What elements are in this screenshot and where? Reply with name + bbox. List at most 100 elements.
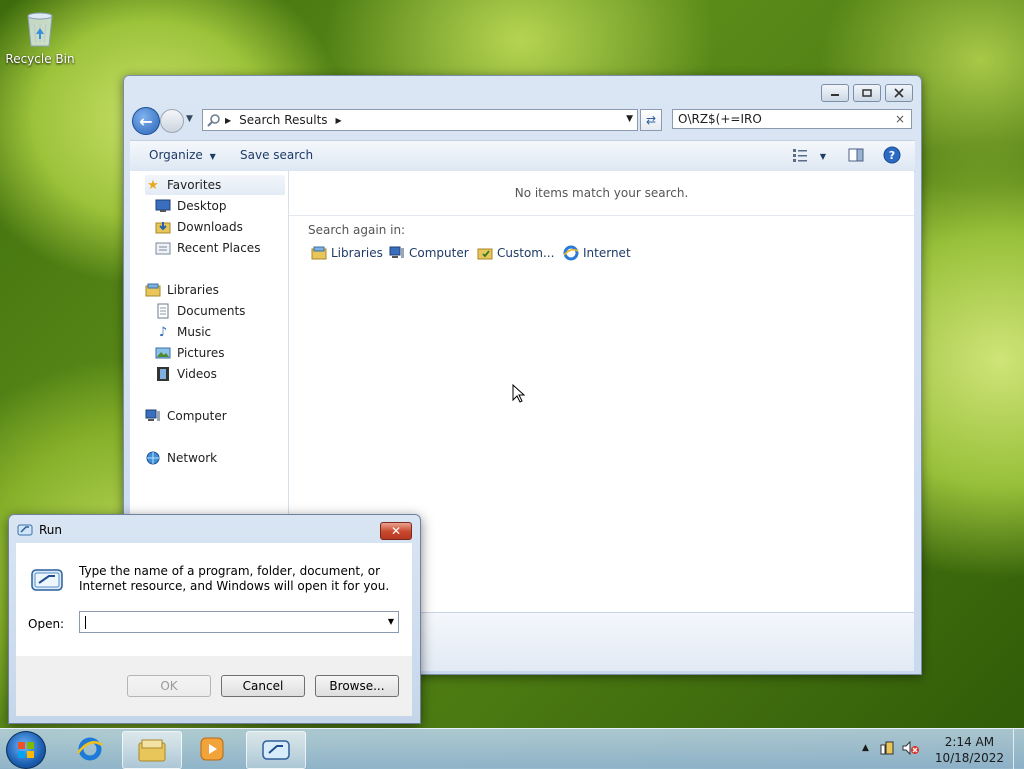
organize-button[interactable]: Organize ▼	[149, 148, 216, 162]
nav-downloads[interactable]: Downloads	[155, 217, 243, 237]
run-icon	[262, 740, 290, 760]
nav-network[interactable]: Network	[145, 448, 217, 468]
videos-icon	[155, 366, 171, 382]
recycle-bin-label: Recycle Bin	[5, 52, 75, 66]
libraries-icon	[311, 245, 327, 261]
chevron-down-icon: ▼	[819, 152, 826, 161]
save-search-button[interactable]: Save search	[240, 148, 313, 162]
recycle-bin-icon	[24, 8, 56, 48]
search-again-libraries[interactable]: Libraries	[311, 245, 383, 261]
search-again-internet[interactable]: Internet	[563, 245, 631, 261]
nav-recent-places-label: Recent Places	[177, 241, 261, 255]
help-button[interactable]: ?	[883, 146, 901, 167]
cancel-button[interactable]: Cancel	[221, 675, 305, 697]
libraries-icon	[145, 282, 161, 298]
address-row: ← ▼ ▶ Search Results ▶ ▼ ⇄ O\RZ$(+=IRO ×	[130, 106, 915, 136]
search-again-computer[interactable]: Computer	[389, 245, 469, 261]
computer-icon	[145, 408, 161, 424]
breadcrumb-arrow-icon[interactable]: ▶	[336, 116, 342, 125]
clock[interactable]: 2:14 AM 10/18/2022	[935, 734, 1004, 766]
start-button[interactable]	[6, 731, 46, 769]
run-title-bar: Run	[17, 523, 62, 537]
nav-documents[interactable]: Documents	[155, 301, 245, 321]
nav-downloads-label: Downloads	[177, 220, 243, 234]
help-icon: ?	[883, 146, 901, 164]
open-dropdown-icon[interactable]: ▼	[388, 617, 394, 626]
nav-pictures[interactable]: Pictures	[155, 343, 225, 363]
restore-button[interactable]	[853, 84, 881, 102]
clock-time: 2:14 AM	[944, 735, 995, 749]
run-program-icon	[30, 567, 64, 596]
taskbar-internet-explorer[interactable]	[61, 731, 119, 767]
breadcrumb-search-results[interactable]: Search Results	[239, 113, 327, 127]
show-desktop-button[interactable]	[1013, 729, 1024, 769]
taskbar-media-player[interactable]	[183, 731, 241, 767]
downloads-folder-icon	[155, 219, 171, 235]
run-title: Run	[39, 523, 63, 537]
search-input[interactable]: O\RZ$(+=IRO ×	[672, 109, 912, 129]
back-button[interactable]: ←	[132, 107, 160, 135]
nav-desktop[interactable]: Desktop	[155, 196, 227, 216]
minimize-icon	[831, 94, 839, 96]
show-hidden-icons-icon[interactable]: ▲	[862, 743, 869, 753]
svg-text:?: ?	[889, 149, 895, 162]
ok-button[interactable]: OK	[127, 675, 211, 697]
close-button[interactable]	[885, 84, 913, 102]
windows-explorer-icon	[138, 739, 166, 762]
nav-favorites-label: Favorites	[167, 178, 222, 192]
nav-desktop-label: Desktop	[177, 199, 227, 213]
minimize-button[interactable]	[821, 84, 849, 102]
run-description: Type the name of a program, folder, docu…	[79, 564, 390, 593]
search-again-custom[interactable]: Custom...	[477, 245, 554, 261]
open-input[interactable]: ▼	[79, 611, 399, 633]
system-tray: ▲ 2:14 AM 10/18/2022	[844, 729, 1024, 769]
command-bar: Organize ▼ Save search ▼ ?	[130, 140, 915, 172]
pictures-icon	[155, 345, 171, 361]
browse-button[interactable]: Browse...	[315, 675, 399, 697]
search-again-internet-label: Internet	[583, 246, 631, 260]
clock-date: 10/18/2022	[934, 751, 1004, 765]
action-center-icon[interactable]	[879, 740, 895, 759]
search-again-computer-label: Computer	[409, 246, 469, 260]
custom-folder-icon	[477, 245, 493, 261]
run-body: Type the name of a program, folder, docu…	[16, 543, 412, 656]
forward-button[interactable]	[160, 109, 184, 133]
music-icon: ♪	[158, 324, 168, 340]
nav-computer[interactable]: Computer	[145, 406, 227, 426]
close-icon	[894, 88, 904, 98]
nav-videos[interactable]: Videos	[155, 364, 217, 384]
nav-network-label: Network	[167, 451, 218, 465]
back-arrow-icon: ←	[139, 111, 153, 131]
documents-icon	[155, 303, 171, 319]
run-icon	[17, 524, 33, 536]
nav-music[interactable]: ♪ Music	[155, 322, 211, 342]
address-dropdown-icon[interactable]: ▼	[626, 114, 633, 124]
view-options-button[interactable]: ▼	[792, 147, 826, 166]
nav-libraries-label: Libraries	[167, 283, 219, 297]
computer-icon	[389, 245, 405, 261]
refresh-button[interactable]: ⇄	[640, 109, 662, 131]
volume-muted-icon[interactable]	[902, 740, 920, 759]
no-items-message: No items match your search.	[514, 186, 689, 200]
recent-pages-dropdown[interactable]: ▼	[186, 114, 193, 124]
run-footer: OK Cancel Browse...	[16, 656, 412, 716]
taskbar-run[interactable]	[246, 731, 306, 769]
address-bar[interactable]: ▶ Search Results ▶ ▼	[202, 109, 638, 131]
network-icon	[145, 450, 161, 466]
refresh-icon: ⇄	[645, 113, 657, 127]
open-label: Open:	[28, 617, 65, 631]
run-close-button[interactable]: ✕	[380, 522, 412, 540]
recycle-bin[interactable]: Recycle Bin	[4, 6, 76, 66]
mouse-cursor-icon	[512, 383, 526, 407]
nav-documents-label: Documents	[177, 304, 246, 318]
text-caret	[85, 616, 86, 629]
search-again-custom-label: Custom...	[497, 246, 555, 260]
organize-label: Organize	[149, 148, 203, 162]
preview-pane-button[interactable]	[848, 147, 864, 166]
desktop-icon	[155, 198, 171, 214]
nav-libraries[interactable]: Libraries	[145, 280, 219, 300]
nav-recent-places[interactable]: Recent Places	[155, 238, 260, 258]
clear-search-icon[interactable]: ×	[895, 112, 905, 126]
taskbar-windows-explorer[interactable]	[122, 731, 182, 769]
nav-favorites[interactable]: ★ Favorites	[145, 175, 285, 195]
